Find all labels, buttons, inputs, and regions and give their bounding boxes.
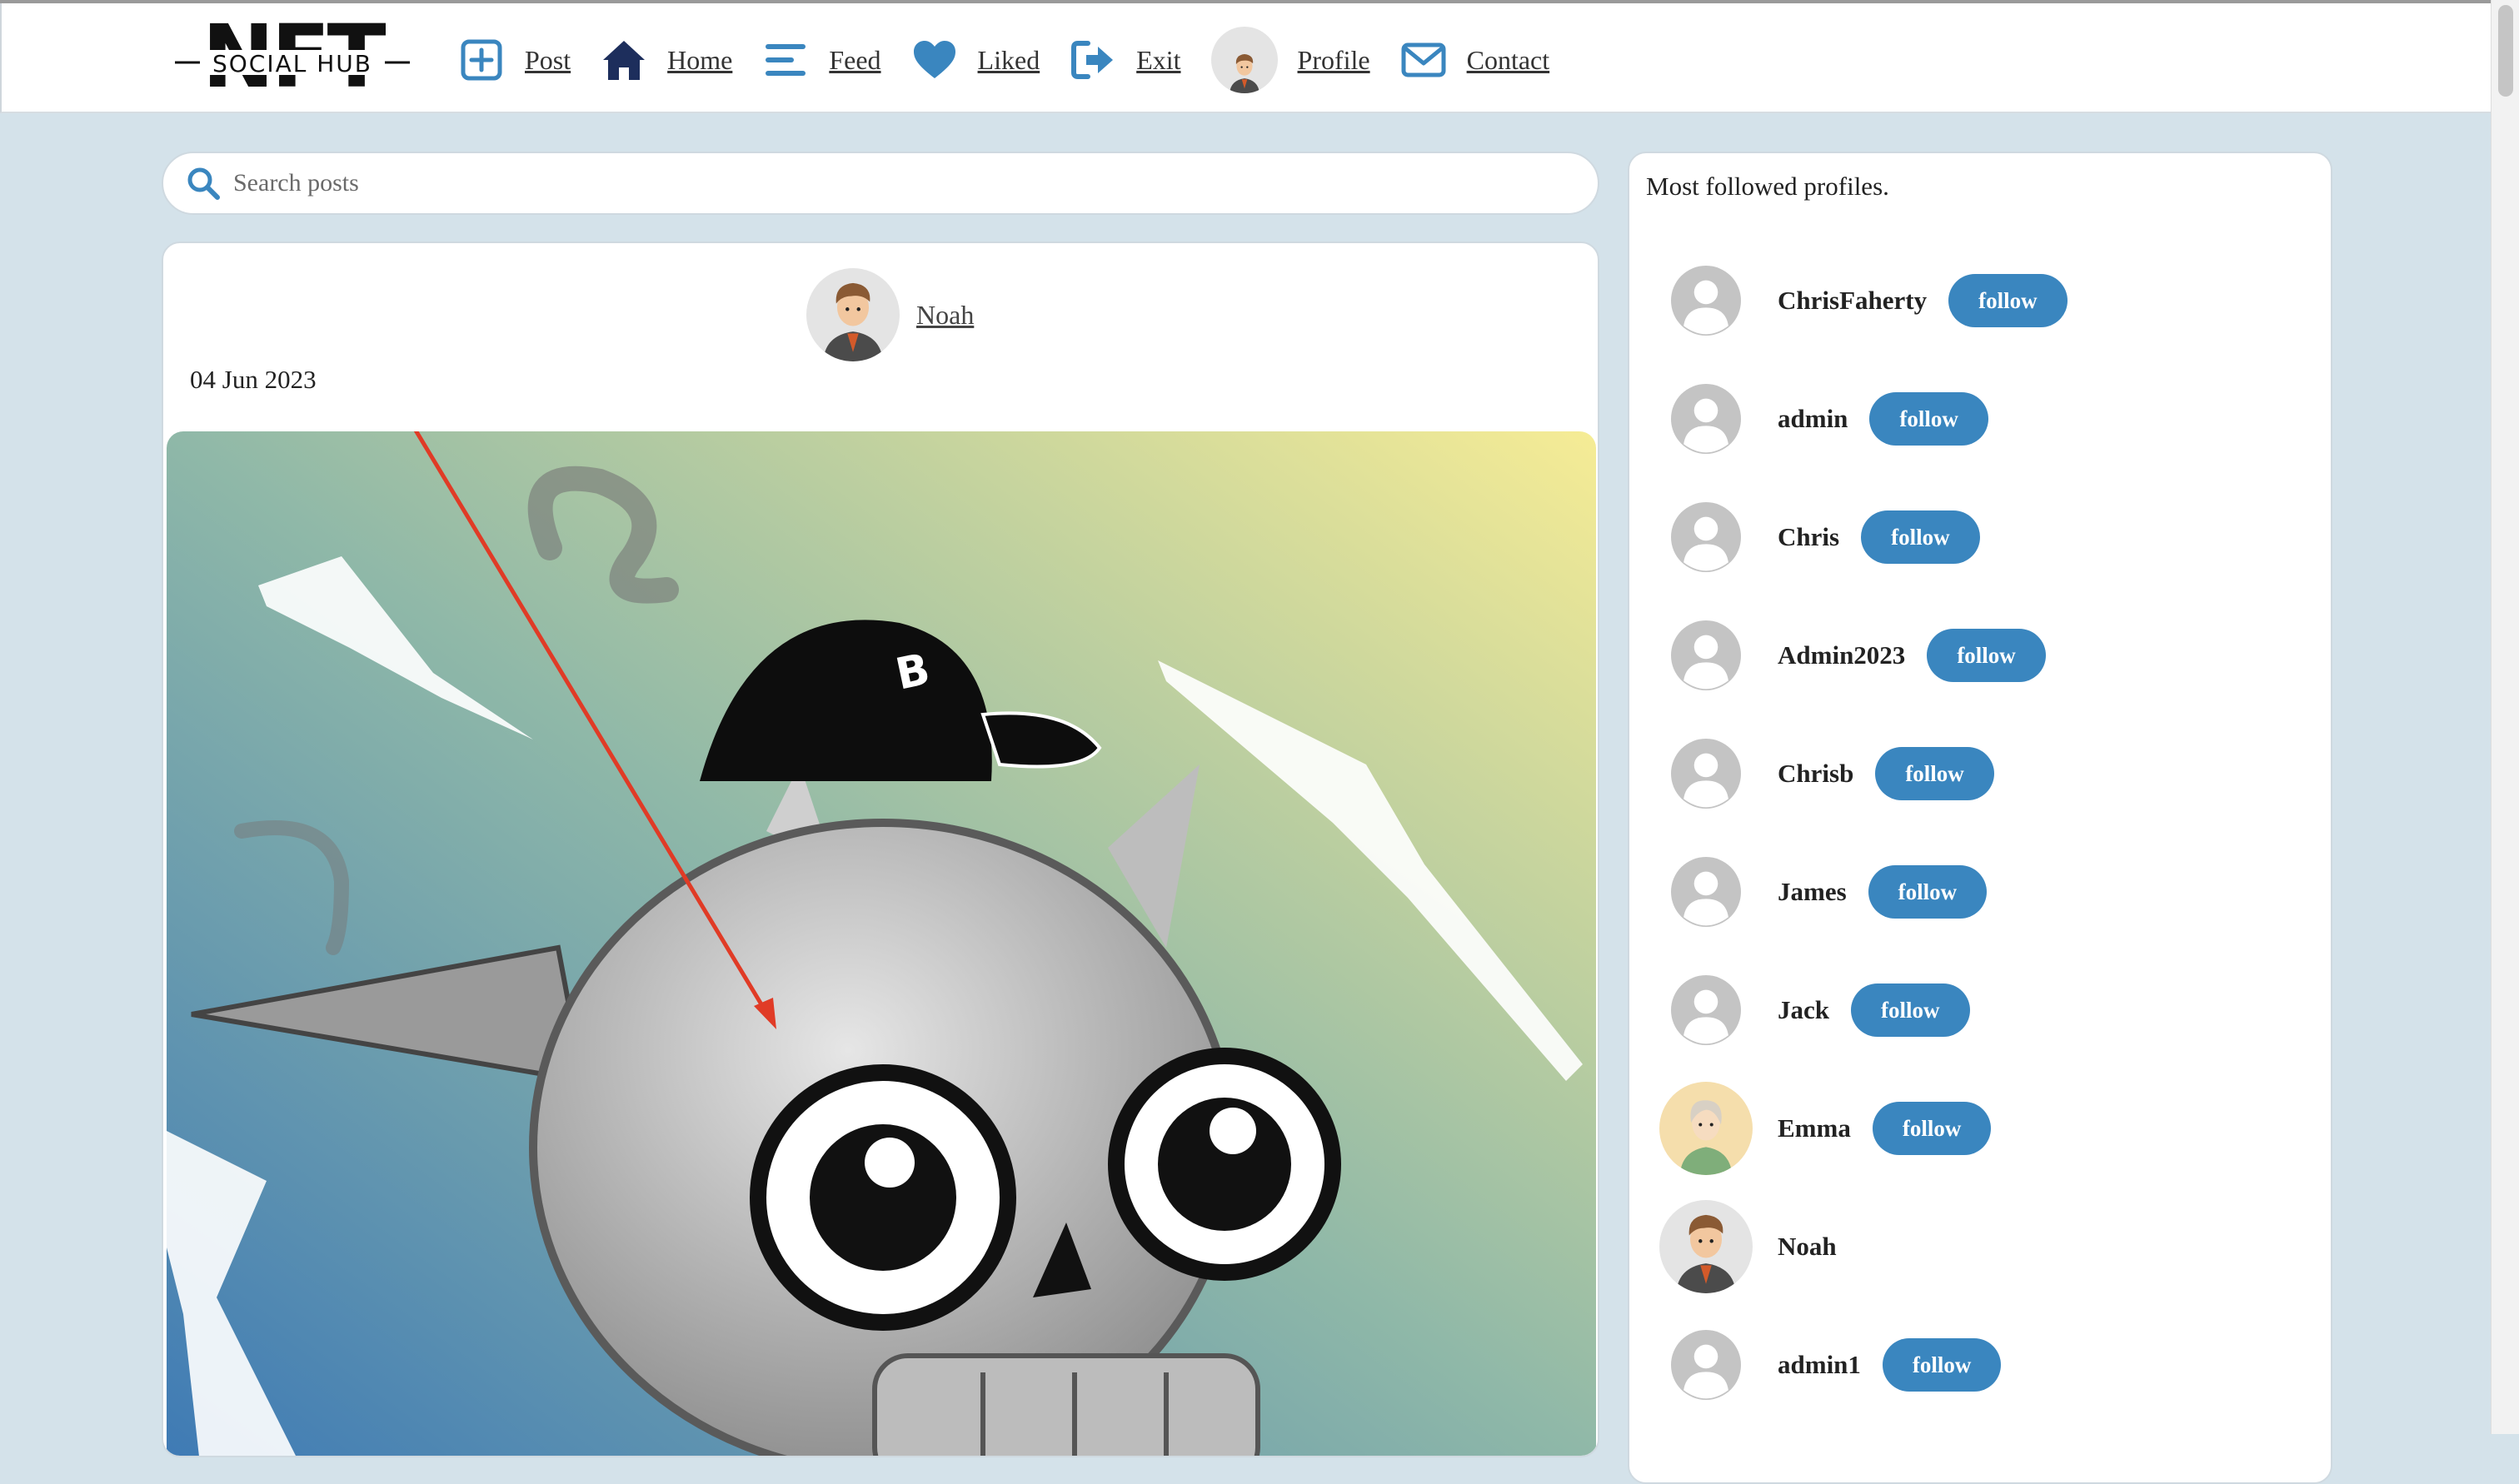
noah-avatar-image	[1229, 53, 1260, 93]
profile-row: Jack follow	[1659, 951, 2068, 1069]
logo[interactable]: NFT SOCIAL HUB	[172, 20, 413, 103]
avatar[interactable]	[1659, 1200, 1753, 1293]
follow-button[interactable]: follow	[1948, 274, 2068, 327]
profile-name[interactable]: admin1	[1778, 1350, 1861, 1380]
profile-name[interactable]: admin	[1778, 404, 1848, 434]
nav-home-label: Home	[667, 44, 733, 75]
post-date: 04 Jun 2023	[190, 365, 317, 394]
post-image[interactable]: B	[167, 431, 1596, 1456]
profile-name[interactable]: ChrisFaherty	[1778, 286, 1927, 316]
profile-row: Admin2023 follow	[1659, 596, 2068, 715]
search-bar[interactable]	[162, 152, 1599, 215]
nav-feed-label: Feed	[829, 44, 881, 75]
profile-row: Emma follow	[1659, 1069, 2068, 1188]
avatar[interactable]	[1659, 1082, 1753, 1175]
nav-liked[interactable]: Liked	[911, 37, 1040, 83]
profile-name[interactable]: Admin2023	[1778, 640, 1905, 670]
profile-name[interactable]: Jack	[1778, 995, 1829, 1025]
profile-row: James follow	[1659, 833, 2068, 951]
nav-profile[interactable]: Profile	[1210, 27, 1370, 93]
profile-name[interactable]: Noah	[1778, 1232, 1837, 1262]
follow-button[interactable]: follow	[1927, 629, 2046, 682]
profile-list: ChrisFaherty follow admin follow Chris f…	[1659, 242, 2068, 1424]
nav-exit[interactable]: Exit	[1070, 37, 1181, 83]
nav-home[interactable]: Home	[601, 37, 732, 83]
follow-button[interactable]: follow	[1851, 984, 1970, 1037]
nav-exit-label: Exit	[1136, 44, 1181, 75]
nav-profile-label: Profile	[1297, 44, 1370, 75]
avatar	[1210, 27, 1278, 93]
most-followed-sidebar: Most followed profiles. ChrisFaherty fol…	[1628, 152, 2332, 1484]
envelope-icon	[1401, 42, 1446, 77]
plus-square-icon	[461, 39, 502, 81]
search-input[interactable]	[232, 168, 1484, 198]
default-avatar-icon[interactable]	[1659, 609, 1753, 702]
noah-avatar-image	[1676, 1214, 1736, 1293]
post-author[interactable]: Noah	[806, 268, 974, 361]
svg-text:SOCIAL HUB: SOCIAL HUB	[212, 50, 372, 77]
follow-button[interactable]: follow	[1869, 392, 1988, 446]
post-card: Noah 04 Jun 2023 B	[162, 242, 1599, 1457]
nav-post-label: Post	[525, 44, 571, 75]
nav-liked-label: Liked	[977, 44, 1040, 75]
noah-avatar-image	[823, 282, 883, 361]
profile-row: Noah	[1659, 1188, 2068, 1306]
emma-avatar-image	[1679, 1100, 1733, 1175]
scrollbar-thumb[interactable]	[2498, 5, 2513, 97]
profile-row: admin1 follow	[1659, 1306, 2068, 1424]
avatar[interactable]	[806, 268, 900, 361]
default-avatar-icon[interactable]	[1659, 1318, 1753, 1412]
menu-lines-icon	[766, 44, 806, 76]
profile-name[interactable]: James	[1778, 877, 1847, 907]
profile-name[interactable]: Chris	[1778, 522, 1839, 552]
default-avatar-icon[interactable]	[1659, 491, 1753, 584]
post-author-name[interactable]: Noah	[916, 300, 974, 331]
follow-button[interactable]: follow	[1861, 510, 1980, 564]
profile-row: admin follow	[1659, 360, 2068, 478]
nav-contact[interactable]: Contact	[1400, 37, 1550, 83]
profile-row: Chris follow	[1659, 478, 2068, 596]
search-icon	[187, 167, 220, 200]
profile-row: Chrisb follow	[1659, 715, 2068, 833]
follow-button[interactable]: follow	[1872, 1102, 1992, 1155]
default-avatar-icon[interactable]	[1659, 372, 1753, 466]
annotation-arrow	[413, 431, 776, 1029]
nav-feed[interactable]: Feed	[762, 37, 881, 83]
default-avatar-icon[interactable]	[1659, 254, 1753, 347]
navbar: NFT SOCIAL HUB Post Home F	[0, 3, 2491, 113]
profile-name[interactable]: Chrisb	[1778, 759, 1853, 789]
home-icon	[603, 41, 646, 80]
nav-contact-label: Contact	[1466, 44, 1550, 75]
profile-row: ChrisFaherty follow	[1659, 242, 2068, 360]
sidebar-title: Most followed profiles.	[1646, 172, 1889, 201]
default-avatar-icon[interactable]	[1659, 964, 1753, 1057]
sign-out-icon	[1071, 41, 1114, 79]
heart-icon	[913, 41, 955, 78]
profile-name[interactable]: Emma	[1778, 1113, 1851, 1143]
follow-button[interactable]: follow	[1875, 747, 1994, 800]
nav-post[interactable]: Post	[458, 37, 571, 83]
page-scrollbar[interactable]	[2491, 0, 2519, 1434]
follow-button[interactable]: follow	[1882, 1338, 2002, 1392]
default-avatar-icon[interactable]	[1659, 845, 1753, 939]
follow-button[interactable]: follow	[1868, 865, 1988, 919]
default-avatar-icon[interactable]	[1659, 727, 1753, 820]
